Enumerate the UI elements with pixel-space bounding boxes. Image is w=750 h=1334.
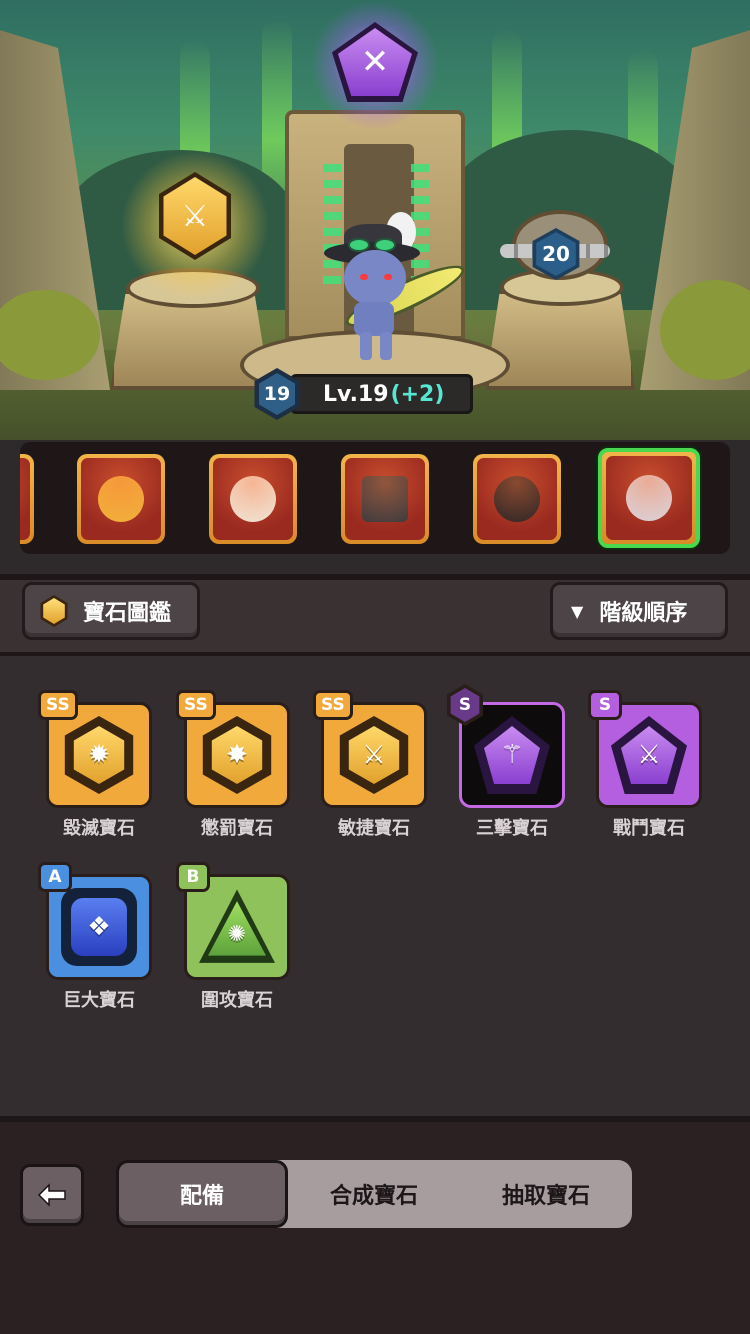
locked-slot-level: 20 bbox=[542, 242, 570, 266]
gem-codex-label: 寶石圖鑑 bbox=[83, 601, 172, 626]
gem-card-giant[interactable]: ❖ A 巨大寶石 bbox=[38, 862, 158, 1011]
rank-badge: B bbox=[176, 862, 210, 892]
x-icon: ✕ bbox=[360, 42, 390, 82]
rank-badge: SS bbox=[38, 690, 78, 720]
gem-grid: ✹ SS 毀滅寶石 ✸ SS 懲罰寶石 ⚔ SS 敏捷寶石 ⚚ S 三擊寶石 ⚔… bbox=[0, 656, 750, 1116]
gem-label: 圍攻寶石 bbox=[201, 990, 273, 1011]
rank-badge: S bbox=[588, 690, 622, 720]
tab-equip[interactable]: 配備 bbox=[116, 1160, 288, 1228]
hero-card[interactable] bbox=[209, 454, 297, 544]
battle-sword-icon: ⚔ bbox=[637, 740, 661, 770]
hero-card-selected[interactable] bbox=[598, 448, 700, 548]
gem-label: 毀滅寶石 bbox=[63, 818, 135, 839]
gem-label: 懲罰寶石 bbox=[201, 818, 273, 839]
burst-icon: ✹ bbox=[88, 740, 110, 770]
gem-card-destroy[interactable]: ✹ SS 毀滅寶石 bbox=[38, 690, 158, 839]
gem-card-punish[interactable]: ✸ SS 懲罰寶石 bbox=[176, 690, 296, 839]
sort-order-button[interactable]: ▼ 階級順序 bbox=[550, 582, 728, 640]
rank-badge: SS bbox=[176, 690, 216, 720]
hero-card[interactable] bbox=[341, 454, 429, 544]
triangle-down-icon: ▼ bbox=[571, 601, 584, 621]
siege-icon: ✺ bbox=[227, 921, 247, 947]
level-label: Lv.19 bbox=[323, 381, 389, 407]
tab-draw-gem[interactable]: 抽取寶石 bbox=[460, 1160, 632, 1228]
agile-sword-icon: ⚔ bbox=[362, 740, 386, 770]
left-gem-socket[interactable]: ⚔ bbox=[155, 172, 235, 260]
tab-bar: 配備 合成寶石 抽取寶石 bbox=[116, 1160, 632, 1228]
rank-text: S bbox=[458, 695, 472, 715]
hero-level-display: 19 Lv.19 (+2) bbox=[252, 368, 474, 420]
level-bonus: (+2) bbox=[390, 381, 445, 407]
giant-icon: ❖ bbox=[87, 912, 111, 942]
hero-leg bbox=[380, 332, 392, 360]
bottom-bar: 配備 合成寶石 抽取寶石 bbox=[0, 1122, 750, 1334]
tab-combine-gem[interactable]: 合成寶石 bbox=[288, 1160, 460, 1228]
punish-icon: ✸ bbox=[226, 740, 248, 770]
hero-carousel[interactable] bbox=[20, 442, 730, 554]
gem-codex-button[interactable]: 寶石圖鑑 bbox=[22, 582, 200, 640]
gem-card-siege[interactable]: ✺ B 圍攻寶石 bbox=[176, 862, 296, 1011]
rank-badge-hex: S bbox=[445, 684, 485, 726]
hero-card[interactable] bbox=[473, 454, 561, 544]
gem-card-battle[interactable]: ⚔ S 戰鬥寶石 bbox=[588, 690, 708, 839]
hero-eye bbox=[360, 274, 368, 280]
hero-eye bbox=[384, 274, 392, 280]
sword-icon: ⚔ bbox=[181, 198, 209, 234]
hero-character[interactable] bbox=[322, 212, 470, 362]
hero-leg bbox=[360, 332, 372, 360]
rank-badge: A bbox=[38, 862, 72, 892]
level-badge-number: 19 bbox=[263, 383, 291, 405]
hero-head bbox=[344, 250, 406, 306]
gem-label: 敏捷寶石 bbox=[338, 818, 410, 839]
hero-scene: ✕ ⚔ 20 19 Lv.19 (+2) bbox=[0, 0, 750, 440]
hero-body bbox=[354, 302, 394, 336]
gem-card-triple-strike[interactable]: ⚚ S 三擊寶石 bbox=[447, 684, 571, 839]
gem-label: 巨大寶石 bbox=[63, 990, 135, 1011]
sort-order-label: 階級順序 bbox=[599, 601, 688, 626]
rank-badge: SS bbox=[313, 690, 353, 720]
gem-icon bbox=[39, 595, 69, 627]
top-gem-socket[interactable]: ✕ bbox=[332, 22, 418, 102]
level-bar: Lv.19 (+2) bbox=[290, 374, 474, 414]
gem-label: 戰鬥寶石 bbox=[613, 818, 685, 839]
locked-slot-badge[interactable]: 20 bbox=[530, 228, 582, 280]
hero-card[interactable] bbox=[20, 454, 34, 544]
triple-strike-icon: ⚚ bbox=[500, 740, 524, 770]
arrow-left-icon bbox=[37, 1183, 66, 1207]
gem-header-row: 寶石圖鑑 ▼ 階級順序 bbox=[0, 580, 750, 656]
level-hex-badge: 19 bbox=[252, 368, 302, 420]
back-button[interactable] bbox=[20, 1164, 84, 1226]
gem-card-agile[interactable]: ⚔ SS 敏捷寶石 bbox=[313, 690, 433, 839]
gem-label: 三擊寶石 bbox=[476, 818, 548, 839]
hero-card[interactable] bbox=[77, 454, 165, 544]
